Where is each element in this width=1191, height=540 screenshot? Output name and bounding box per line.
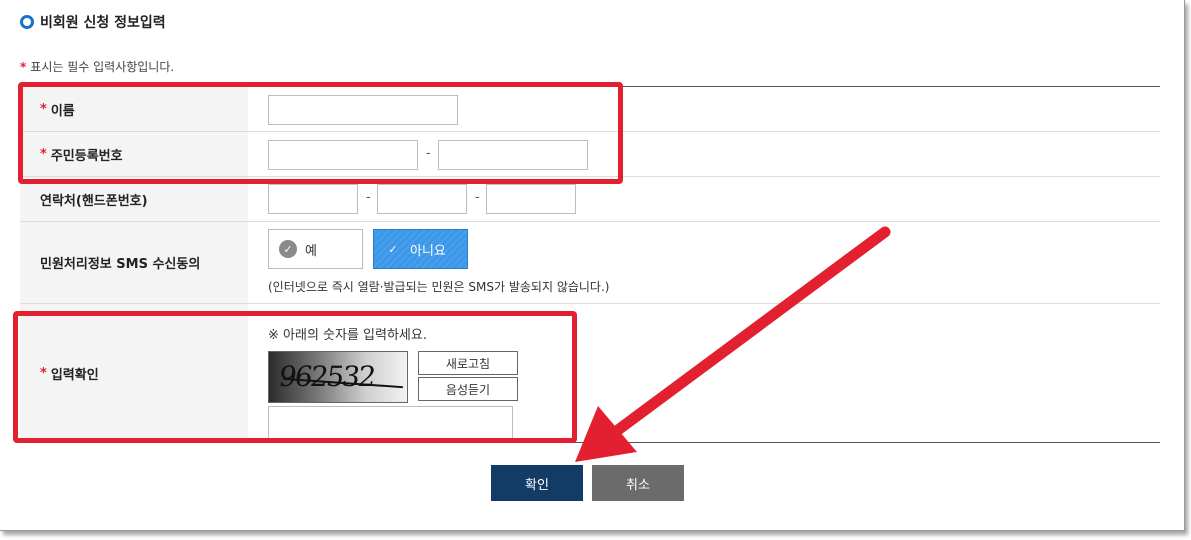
name-input[interactable] — [268, 95, 458, 125]
check-icon: ✓ — [279, 240, 297, 258]
phone-row: 연락처(핸드폰번호) - - — [20, 177, 1160, 222]
sms-consent-row: 민원처리정보 SMS 수신동의 ✓ 예 ✓ 아니요 (인터넷으로 즉시 열람·발… — [20, 222, 1160, 304]
confirm-button[interactable]: 확인 — [491, 465, 583, 501]
phone-dash-1: - — [366, 190, 371, 205]
captcha-refresh-button[interactable]: 새로고침 — [418, 351, 518, 375]
phone-part3-input[interactable] — [486, 184, 576, 214]
resident-number-row: * 주민등록번호 - — [20, 132, 1160, 177]
resident-number-label-text: 주민등록번호 — [50, 148, 123, 164]
captcha-label: * 입력확인 — [20, 304, 248, 442]
captcha-image: 962532 — [268, 351, 408, 403]
captcha-input[interactable] — [268, 406, 513, 440]
cancel-button[interactable]: 취소 — [592, 465, 684, 501]
sms-consent-label: 민원처리정보 SMS 수신동의 — [20, 222, 248, 303]
phone-label: 연락처(핸드폰번호) — [20, 177, 248, 221]
check-icon: ✓ — [388, 242, 398, 256]
resident-number-dash: - — [426, 146, 431, 161]
page-title-text: 비회원 신청 정보입력 — [40, 15, 166, 31]
captcha-instruction: ※ 아래의 숫자를 입력하세요. — [268, 328, 427, 343]
phone-part2-input[interactable] — [377, 184, 467, 214]
sms-consent-yes-label: 예 — [305, 243, 317, 259]
resident-number-label: * 주민등록번호 — [20, 132, 248, 176]
required-star: * — [40, 146, 47, 162]
name-label-text: 이름 — [50, 103, 75, 119]
sms-consent-no-label: 아니요 — [410, 243, 446, 259]
captcha-image-text: 962532 — [276, 360, 377, 393]
captcha-row: * 입력확인 ※ 아래의 숫자를 입력하세요. — [20, 304, 1160, 442]
page-title: 비회원 신청 정보입력 — [20, 12, 166, 32]
required-note-text: 표시는 필수 입력사항입니다. — [30, 60, 175, 74]
form-bottom-divider — [20, 442, 1160, 443]
required-note: * 표시는 필수 입력사항입니다. — [20, 58, 174, 75]
name-row: * 이름 — [20, 87, 1160, 132]
captcha-label-text: 입력확인 — [50, 367, 99, 383]
required-star: * — [40, 101, 47, 117]
required-star: * — [40, 365, 47, 381]
phone-part1-input[interactable] — [268, 184, 358, 214]
resident-number-back-input[interactable] — [438, 140, 588, 170]
sms-consent-hint: (인터넷으로 즉시 열람·발급되는 민원은 SMS가 발송되지 않습니다.) — [268, 280, 610, 294]
name-label: * 이름 — [20, 87, 248, 131]
bullet-circle-icon — [20, 15, 34, 29]
resident-number-front-input[interactable] — [268, 140, 418, 170]
required-star: * — [20, 60, 27, 74]
sms-consent-no-option[interactable]: ✓ 아니요 — [373, 229, 468, 269]
captcha-audio-button[interactable]: 음성듣기 — [418, 377, 518, 401]
phone-dash-2: - — [475, 190, 480, 205]
form-table: * 이름 * 주민등록번호 - 연락처(핸드폰번호) - - 민원처리정보 SMS … — [20, 86, 1160, 442]
sms-consent-yes-option[interactable]: ✓ 예 — [268, 229, 363, 269]
